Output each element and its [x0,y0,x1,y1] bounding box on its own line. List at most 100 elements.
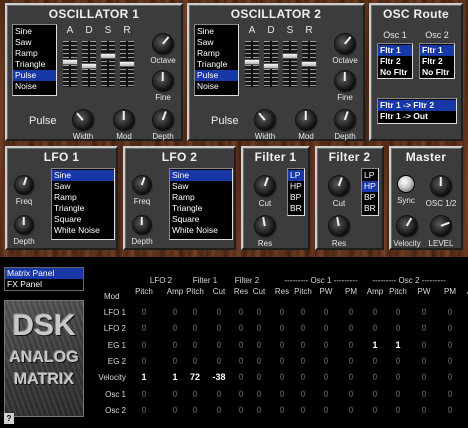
route-option[interactable]: Fltr 2 [420,56,454,67]
matrix-cell[interactable]: 0 [134,340,154,350]
matrix-cell[interactable]: 0 [293,307,313,317]
matrix-cell[interactable]: 0 [316,307,336,317]
adsr-fader[interactable] [282,41,298,87]
matrix-cell[interactable]: 0 [341,356,361,366]
filter2-type-list[interactable]: LP HP BP BR [361,168,379,216]
route-option[interactable]: Fltr 1 -> Out [378,111,456,122]
list-item[interactable]: HP [288,181,304,192]
fader-handle[interactable] [282,53,298,59]
list-item[interactable]: Square [170,214,232,225]
list-item[interactable]: Noise [13,81,56,92]
matrix-cell[interactable]: 0 [134,405,154,415]
matrix-cell[interactable]: 0 [185,356,205,366]
matrix-cell[interactable]: 0 [249,340,269,350]
matrix-cell[interactable]: 0 [209,356,229,366]
matrix-cell[interactable]: 0 [293,389,313,399]
list-item[interactable]: Pulse [195,70,238,81]
list-item[interactable]: LP [288,170,304,181]
matrix-cell[interactable]: 0 [231,389,251,399]
fader-handle[interactable] [301,61,317,67]
osc2-octave-knob[interactable] [335,34,355,54]
list-item[interactable]: BP [288,192,304,203]
matrix-cell[interactable]: 0 [185,340,205,350]
matrix-cell[interactable]: 0 [185,389,205,399]
filter2-res-knob[interactable] [329,216,349,236]
matrix-cell[interactable]: 0 [365,372,385,382]
list-item[interactable]: LP [362,170,378,181]
list-item[interactable]: Ramp [195,48,238,59]
matrix-cell[interactable]: 0 [316,323,336,333]
matrix-cell[interactable]: 0 [272,372,292,382]
matrix-cell[interactable]: 0 [388,356,408,366]
fader-handle[interactable] [81,63,97,69]
fader-handle[interactable] [119,61,135,67]
matrix-cell[interactable]: 0 [365,307,385,317]
matrix-cell[interactable]: 0 [414,307,434,317]
velocity-knob[interactable] [397,216,417,236]
matrix-cell[interactable]: 0 [414,323,434,333]
matrix-cell[interactable]: 0 [165,405,185,415]
matrix-cell[interactable]: 0 [272,323,292,333]
matrix-cell[interactable]: 0 [365,356,385,366]
osc2-width-knob[interactable] [255,110,275,130]
list-item[interactable]: Ramp [52,192,114,203]
matrix-cell[interactable]: 0 [231,340,251,350]
matrix-cell[interactable]: 0 [231,323,251,333]
matrix-cell[interactable]: 0 [316,389,336,399]
matrix-cell[interactable]: 0 [341,389,361,399]
matrix-cell[interactable]: 0 [293,405,313,415]
matrix-cell[interactable]: 0 [165,389,185,399]
route-option[interactable]: No Fltr [378,67,412,78]
matrix-cell[interactable]: 0 [249,323,269,333]
matrix-cell[interactable]: 0 [388,323,408,333]
list-item[interactable]: Triangle [13,59,56,70]
matrix-cell[interactable]: 0 [341,340,361,350]
matrix-cell[interactable]: 0 [249,372,269,382]
matrix-cell[interactable]: -38 [209,372,229,382]
list-item[interactable]: Triangle [195,59,238,70]
matrix-cell[interactable]: 0 [272,307,292,317]
matrix-cell[interactable]: 0 [440,323,460,333]
matrix-cell[interactable]: 0 [165,340,185,350]
osc1-depth-knob[interactable] [153,110,173,130]
list-item[interactable]: Saw [52,181,114,192]
fader-handle[interactable] [244,59,260,65]
filter1-type-list[interactable]: LP HP BP BR [287,168,305,216]
adsr-fader[interactable] [119,41,135,87]
list-item[interactable]: BP [362,192,378,203]
matrix-cell[interactable]: 0 [388,372,408,382]
list-item[interactable]: HP [362,181,378,192]
osc-mix-knob[interactable] [431,176,451,196]
list-item[interactable]: Pulse [13,70,56,81]
list-item[interactable]: Sine [195,26,238,37]
route-option[interactable]: Fltr 1 [378,45,412,56]
adsr-fader[interactable] [301,41,317,87]
matrix-cell[interactable]: 0 [165,323,185,333]
list-item[interactable]: Saw [170,181,232,192]
matrix-cell[interactable]: 0 [388,389,408,399]
matrix-cell[interactable]: 0 [293,340,313,350]
matrix-cell[interactable]: 0 [341,372,361,382]
matrix-cell[interactable]: 0 [440,405,460,415]
matrix-cell[interactable]: 0 [249,389,269,399]
matrix-cell[interactable]: 1 [134,372,154,382]
list-item[interactable]: Ramp [13,48,56,59]
matrix-cell[interactable]: 0 [414,405,434,415]
matrix-cell[interactable]: 0 [231,372,251,382]
matrix-cell[interactable]: 0 [365,323,385,333]
matrix-cell[interactable]: 0 [185,323,205,333]
matrix-cell[interactable]: 1 [388,340,408,350]
matrix-cell[interactable]: 0 [209,323,229,333]
matrix-cell[interactable]: 0 [209,405,229,415]
osc1-mod-knob[interactable] [114,110,134,130]
fader-handle[interactable] [263,63,279,69]
lfo1-waveform-list[interactable]: Sine Saw Ramp Triangle Square White Noise [51,168,115,240]
matrix-cell[interactable]: 0 [341,307,361,317]
fader-handle[interactable] [100,53,116,59]
adsr-fader[interactable] [263,41,279,87]
matrix-cell[interactable]: 0 [231,356,251,366]
matrix-cell[interactable]: 0 [249,307,269,317]
lfo2-waveform-list[interactable]: Sine Saw Ramp Triangle Square White Noise [169,168,233,240]
list-item[interactable]: Triangle [52,203,114,214]
matrix-cell[interactable]: 0 [272,405,292,415]
